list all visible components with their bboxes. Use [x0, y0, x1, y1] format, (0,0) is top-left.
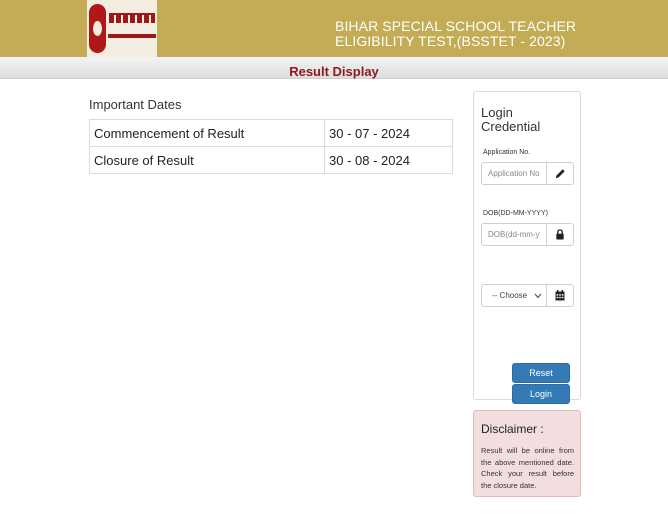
site-title-line1: BIHAR SPECIAL SCHOOL TEACHER: [335, 18, 577, 34]
login-title: Login Credential: [481, 105, 541, 134]
choose-select-value: -- Choose: [492, 291, 528, 300]
date-value: 30 - 08 - 2024: [324, 146, 453, 174]
application-label: Application No.: [483, 149, 531, 156]
pencil-icon: [547, 162, 574, 185]
dob-label: DOB(DD-MM-YYYY): [483, 210, 548, 217]
choose-select[interactable]: -- Choose: [481, 284, 547, 307]
disclaimer-text: Result will be online from the above men…: [481, 446, 574, 490]
page-title: Result Display: [289, 64, 379, 79]
date-label: Closure of Result: [89, 146, 325, 174]
important-dates-table: Commencement of Result 30 - 07 - 2024 Cl…: [89, 119, 453, 174]
table-row: Commencement of Result 30 - 07 - 2024: [89, 119, 453, 147]
chevron-down-icon: [534, 293, 542, 298]
dob-input[interactable]: [481, 223, 547, 246]
application-input-group: [481, 162, 574, 185]
calendar-icon: [547, 284, 574, 307]
reset-button[interactable]: Reset: [512, 363, 570, 383]
seal-icon: [89, 4, 106, 53]
login-button[interactable]: Login: [512, 384, 570, 404]
site-title: BIHAR SPECIAL SCHOOL TEACHER ELIGIBILITY…: [335, 19, 655, 49]
date-label: Commencement of Result: [89, 119, 325, 147]
application-number-input[interactable]: [481, 162, 547, 185]
choose-select-group: -- Choose: [481, 284, 574, 307]
important-dates-heading: Important Dates: [89, 97, 182, 112]
lock-icon: [547, 223, 574, 246]
header-bar: BIHAR SPECIAL SCHOOL TEACHER ELIGIBILITY…: [0, 0, 668, 57]
dob-input-group: [481, 223, 574, 246]
subheader-bar: Result Display: [0, 57, 668, 79]
table-row: Closure of Result 30 - 08 - 2024: [89, 146, 453, 174]
login-panel: Login Credential Application No. DOB(DD-…: [473, 91, 581, 404]
disclaimer-box: Disclaimer : Result will be online from …: [473, 410, 581, 497]
board-logo: [87, 0, 157, 57]
disclaimer-title: Disclaimer :: [481, 422, 544, 436]
site-title-line2: ELIGIBILITY TEST,(BSSTET - 2023): [335, 33, 566, 49]
date-value: 30 - 07 - 2024: [324, 119, 453, 147]
